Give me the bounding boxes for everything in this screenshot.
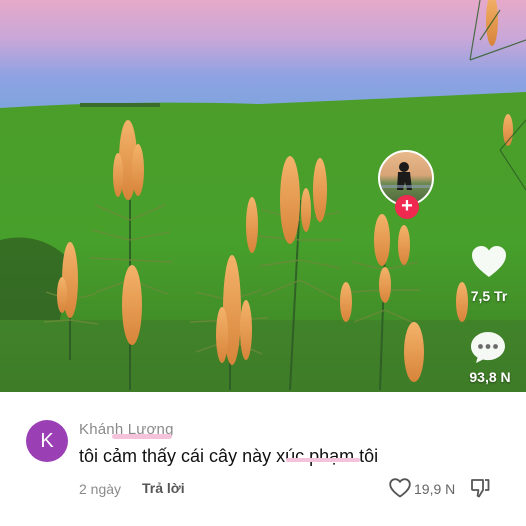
video-player[interactable]: + 7,5 Tr 93,8 N [0, 0, 526, 392]
comment-count: 93,8 N [469, 369, 511, 385]
comment-bubble-icon[interactable] [470, 330, 506, 364]
comment-text: tôi cảm thấy cái cây này xúc phạm tôi [79, 446, 379, 466]
heart-icon[interactable] [471, 245, 507, 279]
username-scribble [112, 434, 172, 439]
follow-plus-icon[interactable]: + [395, 195, 419, 219]
comment-like-count: 19,9 N [414, 481, 456, 497]
reply-button[interactable]: Trả lời [142, 480, 185, 496]
like-count: 7,5 Tr [470, 288, 508, 304]
thumbs-down-icon[interactable] [470, 478, 490, 498]
heart-outline-icon[interactable] [389, 478, 411, 498]
comment-item: K Khánh Lương tôi cảm thấy cái cây này x… [0, 392, 526, 526]
commenter-avatar[interactable]: K [26, 420, 68, 462]
comment-time: 2 ngày [79, 481, 122, 497]
text-scribble [286, 458, 360, 462]
